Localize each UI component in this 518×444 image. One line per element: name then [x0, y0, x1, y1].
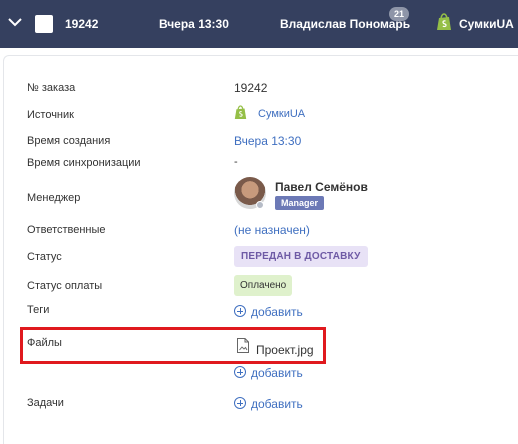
source-link[interactable]: СумкиUA: [258, 108, 305, 120]
add-tag-label: добавить: [251, 305, 303, 319]
created-value[interactable]: Вчера 13:30: [234, 134, 301, 148]
add-task-label: добавить: [251, 397, 303, 411]
responsible-value[interactable]: (не назначен): [234, 223, 310, 237]
header-time: Вчера 13:30: [159, 17, 229, 31]
manager-label: Менеджер: [27, 192, 81, 204]
add-file-label: добавить: [251, 366, 303, 380]
header-shop-name[interactable]: СумкиUA: [459, 17, 514, 31]
select-order-checkbox[interactable]: [35, 15, 53, 33]
tasks-label: Задачи: [27, 397, 64, 409]
online-status-dot: [256, 201, 264, 209]
responsible-label: Ответственные: [27, 224, 106, 236]
plus-circle-icon: [234, 366, 246, 378]
files-highlight-box: [20, 327, 326, 364]
plus-circle-icon: [234, 397, 246, 409]
status-badge[interactable]: ПЕРЕДАН В ДОСТАВКУ: [234, 246, 368, 267]
source-label: Источник: [27, 109, 74, 121]
order-header: 19242 Вчера 13:30 Владислав Пономарь 21 …: [0, 0, 518, 48]
sync-label: Время синхронизации: [27, 157, 141, 169]
payment-status-badge[interactable]: Оплачено: [234, 275, 293, 296]
status-label: Статус: [27, 251, 62, 263]
shopify-bag-icon: [234, 105, 247, 119]
notification-badge: 21: [389, 7, 409, 21]
plus-circle-icon: [234, 305, 246, 317]
header-order-number[interactable]: 19242: [65, 17, 98, 31]
created-label: Время создания: [27, 135, 111, 147]
order-number-label: № заказа: [27, 82, 76, 94]
chevron-down-icon[interactable]: [7, 14, 23, 30]
add-task-button[interactable]: добавить: [234, 397, 303, 411]
tags-label: Теги: [27, 304, 50, 316]
sync-value: -: [234, 156, 238, 168]
shopify-bag-icon: [437, 13, 451, 30]
payment-label: Статус оплаты: [27, 280, 103, 292]
add-file-button[interactable]: добавить: [234, 366, 303, 380]
manager-name[interactable]: Павел Семёнов: [275, 180, 368, 194]
manager-role-badge: Manager: [275, 196, 325, 210]
add-tag-button[interactable]: добавить: [234, 305, 303, 319]
order-number-value: 19242: [234, 81, 268, 95]
